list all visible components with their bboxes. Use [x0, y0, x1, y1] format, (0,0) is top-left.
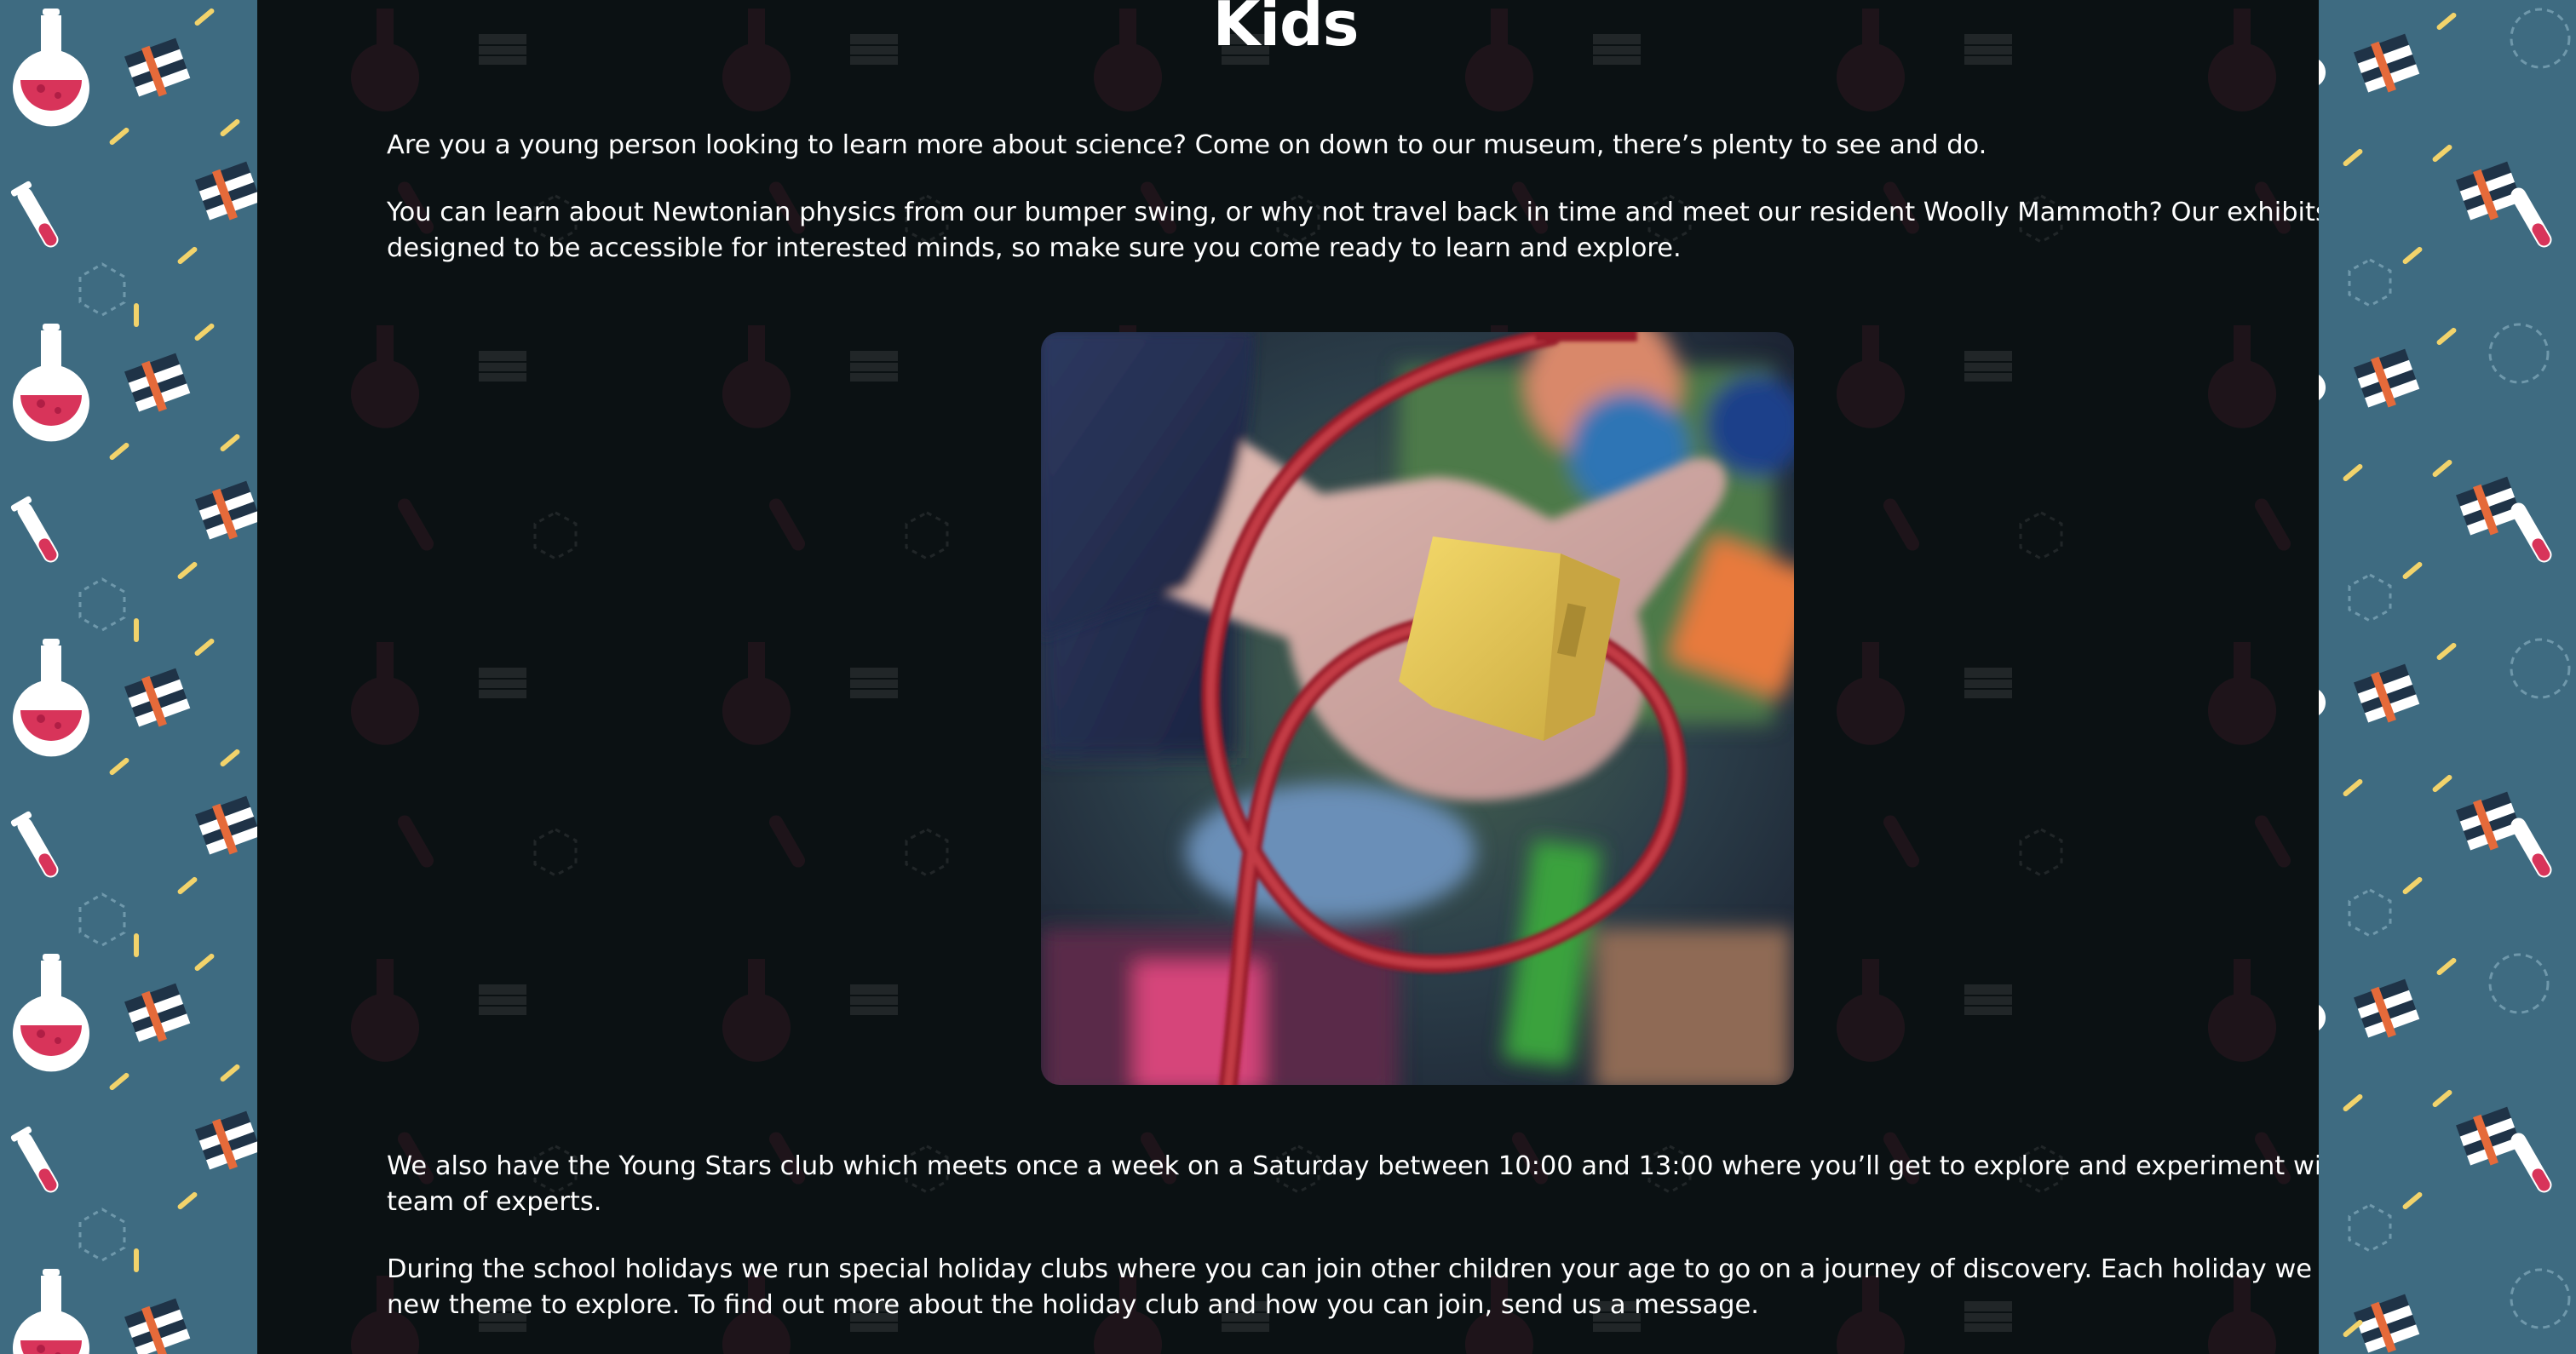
exhibits-paragraph: You can learn about Newtonian physics fr…: [387, 198, 2319, 263]
pattern-tiles: [2319, 8, 2571, 1354]
holiday-clubs-paragraph: During the school holidays we run specia…: [387, 1254, 2319, 1320]
pattern-tiles: [9, 7, 257, 1354]
right-science-pattern: [2319, 0, 2576, 1354]
young-stars-paragraph: We also have the Young Stars club which …: [387, 1151, 2319, 1217]
page-title: Kids: [1212, 0, 1360, 60]
left-science-pattern: [0, 0, 257, 1354]
intro-paragraph: Are you a young person looking to learn …: [387, 130, 1987, 160]
bead-maze-photo: [1041, 332, 1794, 1085]
main-content-area: Kids Are you a young person looking to l…: [257, 0, 2319, 1354]
